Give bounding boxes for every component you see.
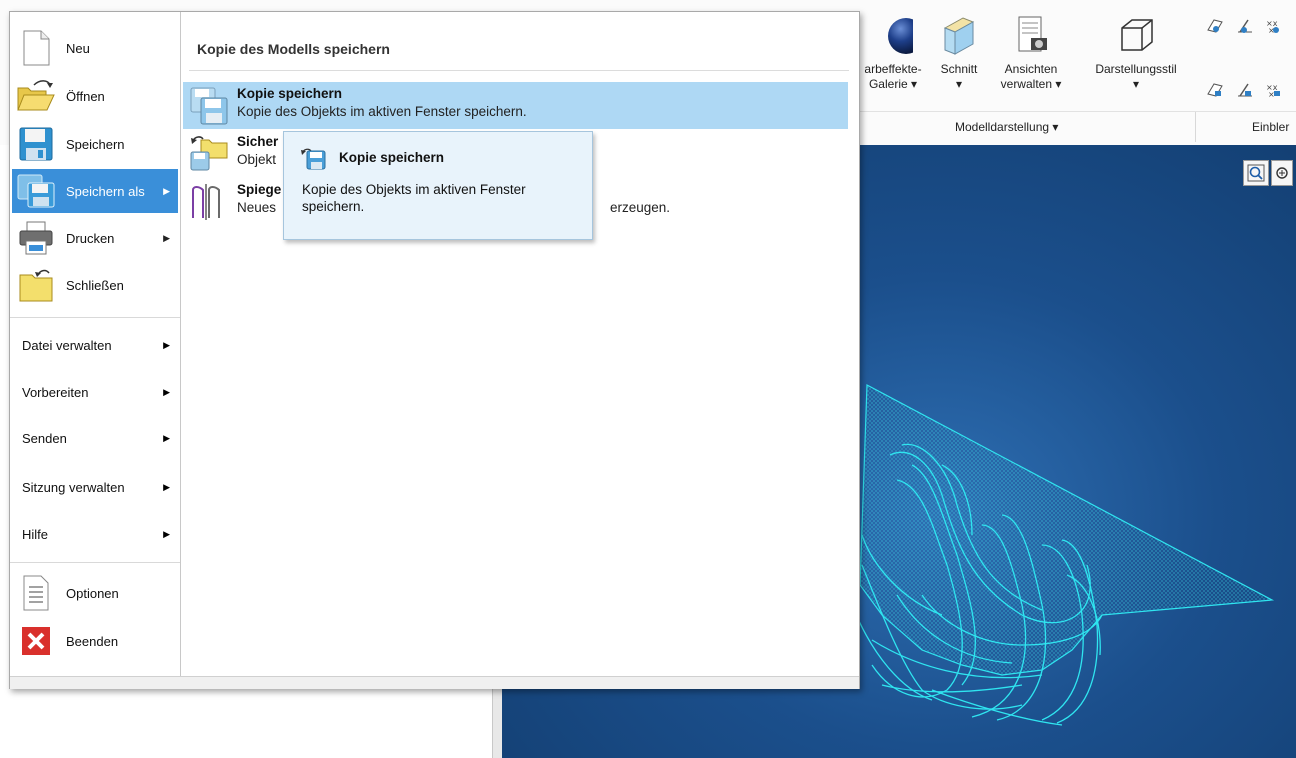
menu-item-label: Drucken [66, 230, 115, 246]
open-folder-icon [16, 78, 56, 114]
menu-item-label: Speichern als [66, 183, 145, 199]
close-folder-icon [16, 267, 56, 303]
annotation-axis-tag-icon[interactable] [1236, 82, 1254, 98]
options-list-icon [16, 575, 56, 611]
menu-item-label: Öffnen [66, 88, 105, 104]
ribbon-label: Darstellungsstil [1095, 62, 1177, 76]
magnifier-icon [1247, 164, 1265, 182]
ribbon-display-style-button[interactable]: Darstellungsstil ▾ [1085, 16, 1187, 92]
submenu-arrow-icon: ▶ [163, 386, 170, 397]
tooltip: Kopie speichern Kopie des Objekts im akt… [283, 131, 593, 240]
annotation-axis-icon[interactable] [1236, 18, 1254, 34]
file-menu-commands: Neu Öffnen Speichern Speichern als ▶ Dru… [10, 12, 180, 676]
submenu-arrow-icon: ▶ [163, 481, 170, 492]
submenu-item-save-copy[interactable]: Kopie speichern Kopie des Objekts im akt… [183, 82, 848, 129]
submenu-title-divider [189, 70, 849, 71]
submenu-item-description: Neues [237, 200, 277, 215]
menu-item-exit[interactable]: Beenden [12, 619, 178, 663]
printer-icon [16, 220, 56, 256]
submenu-arrow-icon: ▶ [163, 528, 170, 539]
submenu-arrow-icon: ▶ [163, 232, 170, 243]
submenu-title: Kopie des Modells speichern [197, 41, 390, 57]
section-plane-icon [943, 17, 975, 55]
ribbon-label: verwalten ▾ [1000, 77, 1062, 91]
submenu-item-description: Kopie des Objekts im aktiven Fenster spe… [237, 104, 527, 119]
menu-item-save[interactable]: Speichern [12, 122, 178, 166]
save-copy-icon [301, 148, 326, 170]
ribbon-label: ▾ [955, 77, 963, 91]
menu-separator [10, 317, 180, 318]
menu-separator [10, 562, 180, 563]
ribbon-label: arbeffekte- [864, 62, 922, 76]
menu-item-label: Datei verwalten [22, 337, 112, 353]
menu-item-send[interactable]: Senden ▶ [12, 418, 178, 458]
menu-item-prepare[interactable]: Vorbereiten ▶ [12, 372, 178, 412]
save-as-icon [16, 173, 56, 209]
new-document-icon [16, 30, 56, 66]
zoom-in-icon [1276, 167, 1288, 179]
tooltip-title: Kopie speichern [339, 150, 445, 165]
ribbon-label: Schnitt [940, 62, 978, 76]
menu-item-label: Hilfe [22, 526, 49, 542]
ribbon-group-label-show[interactable]: Einbler [1252, 120, 1289, 134]
view-manager-icon [1018, 16, 1047, 52]
submenu-item-description-tail: erzeugen. [610, 200, 671, 215]
menu-item-options[interactable]: Optionen [12, 571, 178, 615]
menu-item-label: Vorbereiten [22, 384, 89, 400]
menu-item-save-as[interactable]: Speichern als ▶ [12, 169, 178, 213]
menu-item-label: Schließen [66, 277, 124, 293]
menu-item-manage-session[interactable]: Sitzung verwalten ▶ [12, 467, 178, 507]
tooltip-text: Kopie des Objekts im aktiven Fenster spe… [302, 182, 526, 214]
menu-item-help[interactable]: Hilfe ▶ [12, 514, 178, 554]
ribbon-label: Ansichten [1004, 62, 1058, 76]
ribbon-view-manager-button[interactable]: Ansichten verwalten ▾ [990, 16, 1072, 92]
wireframe-cube-icon [1121, 19, 1153, 51]
submenu-arrow-icon: ▶ [163, 339, 170, 350]
ribbon-appearance-gallery-button[interactable]: arbeffekte- Galerie ▾ [855, 16, 931, 92]
menu-item-print[interactable]: Drucken ▶ [12, 216, 178, 260]
ribbon-section-button[interactable]: Schnitt ▾ [935, 16, 983, 92]
menu-item-label: Optionen [66, 585, 119, 601]
submenu-arrow-icon: ▶ [163, 432, 170, 443]
menu-item-label: Sitzung verwalten [22, 479, 125, 495]
save-icon [16, 126, 56, 162]
ribbon-group-divider [850, 111, 1296, 112]
ribbon-label: Galerie ▾ [868, 77, 918, 91]
mirror-part-icon [192, 184, 220, 220]
annotation-point-tag-icon[interactable]: ×x× [1264, 82, 1282, 98]
menu-item-new[interactable]: Neu [12, 26, 178, 70]
menu-item-label: Beenden [66, 633, 119, 649]
submenu-item-title: Kopie speichern [237, 86, 343, 101]
ribbon-group-label-model-display[interactable]: Modelldarstellung ▾ [955, 120, 1058, 134]
menu-item-label: Neu [66, 40, 90, 56]
submenu-item-description: Objekt [237, 152, 277, 167]
submenu-arrow-icon: ▶ [163, 185, 170, 196]
ribbon-label: ▾ [1132, 77, 1140, 91]
exit-x-icon [16, 623, 56, 659]
save-as-submenu: Kopie des Modells speichern Kopie speich… [181, 12, 858, 676]
zoom-fit-button[interactable] [1243, 160, 1269, 186]
annotation-point-icon[interactable]: ×x× [1264, 18, 1282, 34]
backup-folder-icon [190, 136, 228, 171]
zoom-in-button[interactable] [1271, 160, 1293, 186]
submenu-item-title: Spiege [237, 182, 282, 197]
svg-text:×: × [1268, 90, 1275, 98]
file-menu-footer [10, 676, 859, 689]
file-menu: Neu Öffnen Speichern Speichern als ▶ Dru… [9, 11, 860, 689]
menu-item-open[interactable]: Öffnen [12, 74, 178, 118]
menu-item-close[interactable]: Schließen [12, 263, 178, 307]
save-copy-icon [190, 87, 228, 125]
sphere-icon [888, 18, 913, 54]
menu-item-label: Senden [22, 430, 67, 446]
annotation-plane-tag-icon[interactable] [1206, 82, 1224, 98]
menu-item-label: Speichern [66, 136, 125, 152]
submenu-item-title: Sicher [237, 134, 279, 149]
ribbon-separator [1195, 112, 1196, 142]
annotation-plane-icon[interactable] [1206, 18, 1224, 34]
menu-item-manage-file[interactable]: Datei verwalten ▶ [12, 325, 178, 365]
